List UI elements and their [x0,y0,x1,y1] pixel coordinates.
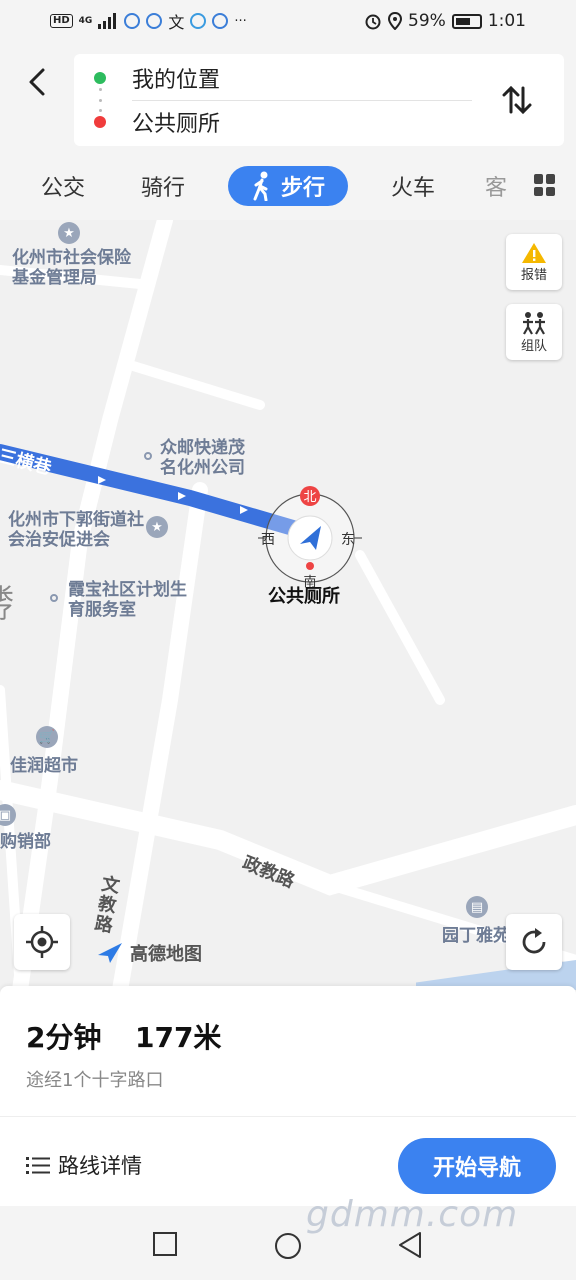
swap-arrows-icon [502,85,532,115]
walking-person-icon [253,171,268,201]
map-view[interactable]: ★ 化州市社会保险基金管理局 众邮快递茂名化州公司 ★ 化州市下郭街道社会治安促… [0,220,576,990]
alarm-icon [365,14,381,30]
signal-icon [98,13,117,29]
route-summary-panel: 2分钟 177米 途经1个十字路口 路线详情 开始导航 [0,986,576,1206]
app-notification-icon [212,13,229,29]
refresh-icon [522,928,546,954]
route-summary[interactable]: 2分钟 177米 [26,1016,221,1056]
battery-percent: 59% [408,11,446,31]
crosshair-icon [26,926,58,958]
translate-icon: 文 [168,13,185,32]
tab-bus[interactable]: 公交 [30,166,96,206]
route-header: 我的位置 公共厕所 [0,42,576,154]
poi-dot-icon [144,452,152,460]
app-notification-icon [124,13,141,29]
compass-location-marker: 北 西 东 南 [258,486,362,590]
tab-train[interactable]: 火车 [380,166,446,206]
poi-social-insurance[interactable]: 化州市社会保险基金管理局 [12,248,142,288]
battery-icon [451,13,482,29]
team-label: 组队 [520,338,547,354]
amap-logo: 高德地图 [96,940,202,966]
poi-star-icon: ★ [58,222,80,244]
chevron-left-icon [29,68,45,96]
back-triangle-icon[interactable] [398,1232,422,1258]
poi-express[interactable]: 众邮快递茂名化州公司 [160,438,260,478]
poi-supermarket[interactable]: 佳润超市 [10,756,78,776]
destination-label[interactable]: 公共厕所 [268,582,340,608]
hd-badge: HD [50,14,73,28]
back-button[interactable] [20,62,54,102]
start-point-text: 我的位置 [132,68,221,93]
locate-me-button[interactable] [14,914,70,970]
team-button[interactable]: 组队 [506,304,562,360]
poi-shop[interactable]: 购销部 [0,832,51,852]
status-bar: HD 4G 文 ··· 59% 1:01 [0,0,576,42]
report-error-label: 报错 [520,267,547,283]
home-icon[interactable] [274,1232,302,1260]
shopping-cart-icon: 🛒 [36,726,58,748]
route-distance: 177米 [134,1021,222,1054]
list-icon [26,1157,50,1174]
end-point-text: 公共厕所 [132,112,221,137]
refresh-button[interactable] [506,914,562,970]
tab-walking[interactable]: 步行 [228,166,348,206]
report-error-button[interactable]: 报错 [506,234,562,290]
swap-button[interactable] [500,80,534,120]
transport-tabs: 公交 骑行 步行 火车 客 [0,154,576,220]
poi-street-office[interactable]: 化州市下郭街道社会治安促进会 [8,510,146,550]
tab-cycling[interactable]: 骑行 [130,166,196,206]
poi-star-icon: ★ [146,516,168,538]
amap-logo-text: 高德地图 [130,944,202,965]
compass-north: 北 [303,490,316,505]
edge-label: 长了 [0,585,13,623]
app-notification-icon [146,13,163,29]
poi-building-icon: ▤ [466,896,488,918]
poi-dot-icon [50,594,58,602]
warning-icon [522,242,546,263]
team-icon [523,311,545,335]
tab-coach[interactable]: 客 [484,166,508,206]
status-right: 59% 1:01 [364,11,526,31]
route-details-button[interactable]: 路线详情 [26,1150,142,1180]
network-badge: 4G [78,16,93,26]
end-point-field[interactable]: 公共厕所 [94,100,220,144]
route-details-label: 路线详情 [58,1154,142,1178]
end-dot-icon [94,116,106,128]
chat-notification-icon [190,13,207,29]
watermark: gdmm.com [306,1194,519,1235]
compass-west: 西 [261,532,275,548]
route-duration: 2分钟 [26,1021,102,1054]
tab-walking-label: 步行 [280,176,325,201]
status-left: HD 4G 文 ··· [50,9,247,33]
start-point-field[interactable]: 我的位置 [94,56,220,100]
route-input-box: 我的位置 公共厕所 [74,54,564,146]
start-dot-icon [94,72,106,84]
poi-family-planning[interactable]: 霞宝社区计划生育服务室 [68,580,188,620]
more-notifications-icon: ··· [234,13,247,29]
route-via: 途经1个十字路口 [26,1070,164,1091]
compass-east: 东 [341,532,355,548]
panel-divider [0,1116,576,1117]
start-navigation-button[interactable]: 开始导航 [398,1138,556,1194]
amap-logo-icon [98,943,122,963]
location-icon [388,12,403,30]
recent-apps-icon[interactable] [153,1232,177,1256]
more-modes-button[interactable] [534,174,556,196]
clock: 1:01 [487,11,526,31]
poi-yading[interactable]: 园丁雅苑 [442,926,512,946]
